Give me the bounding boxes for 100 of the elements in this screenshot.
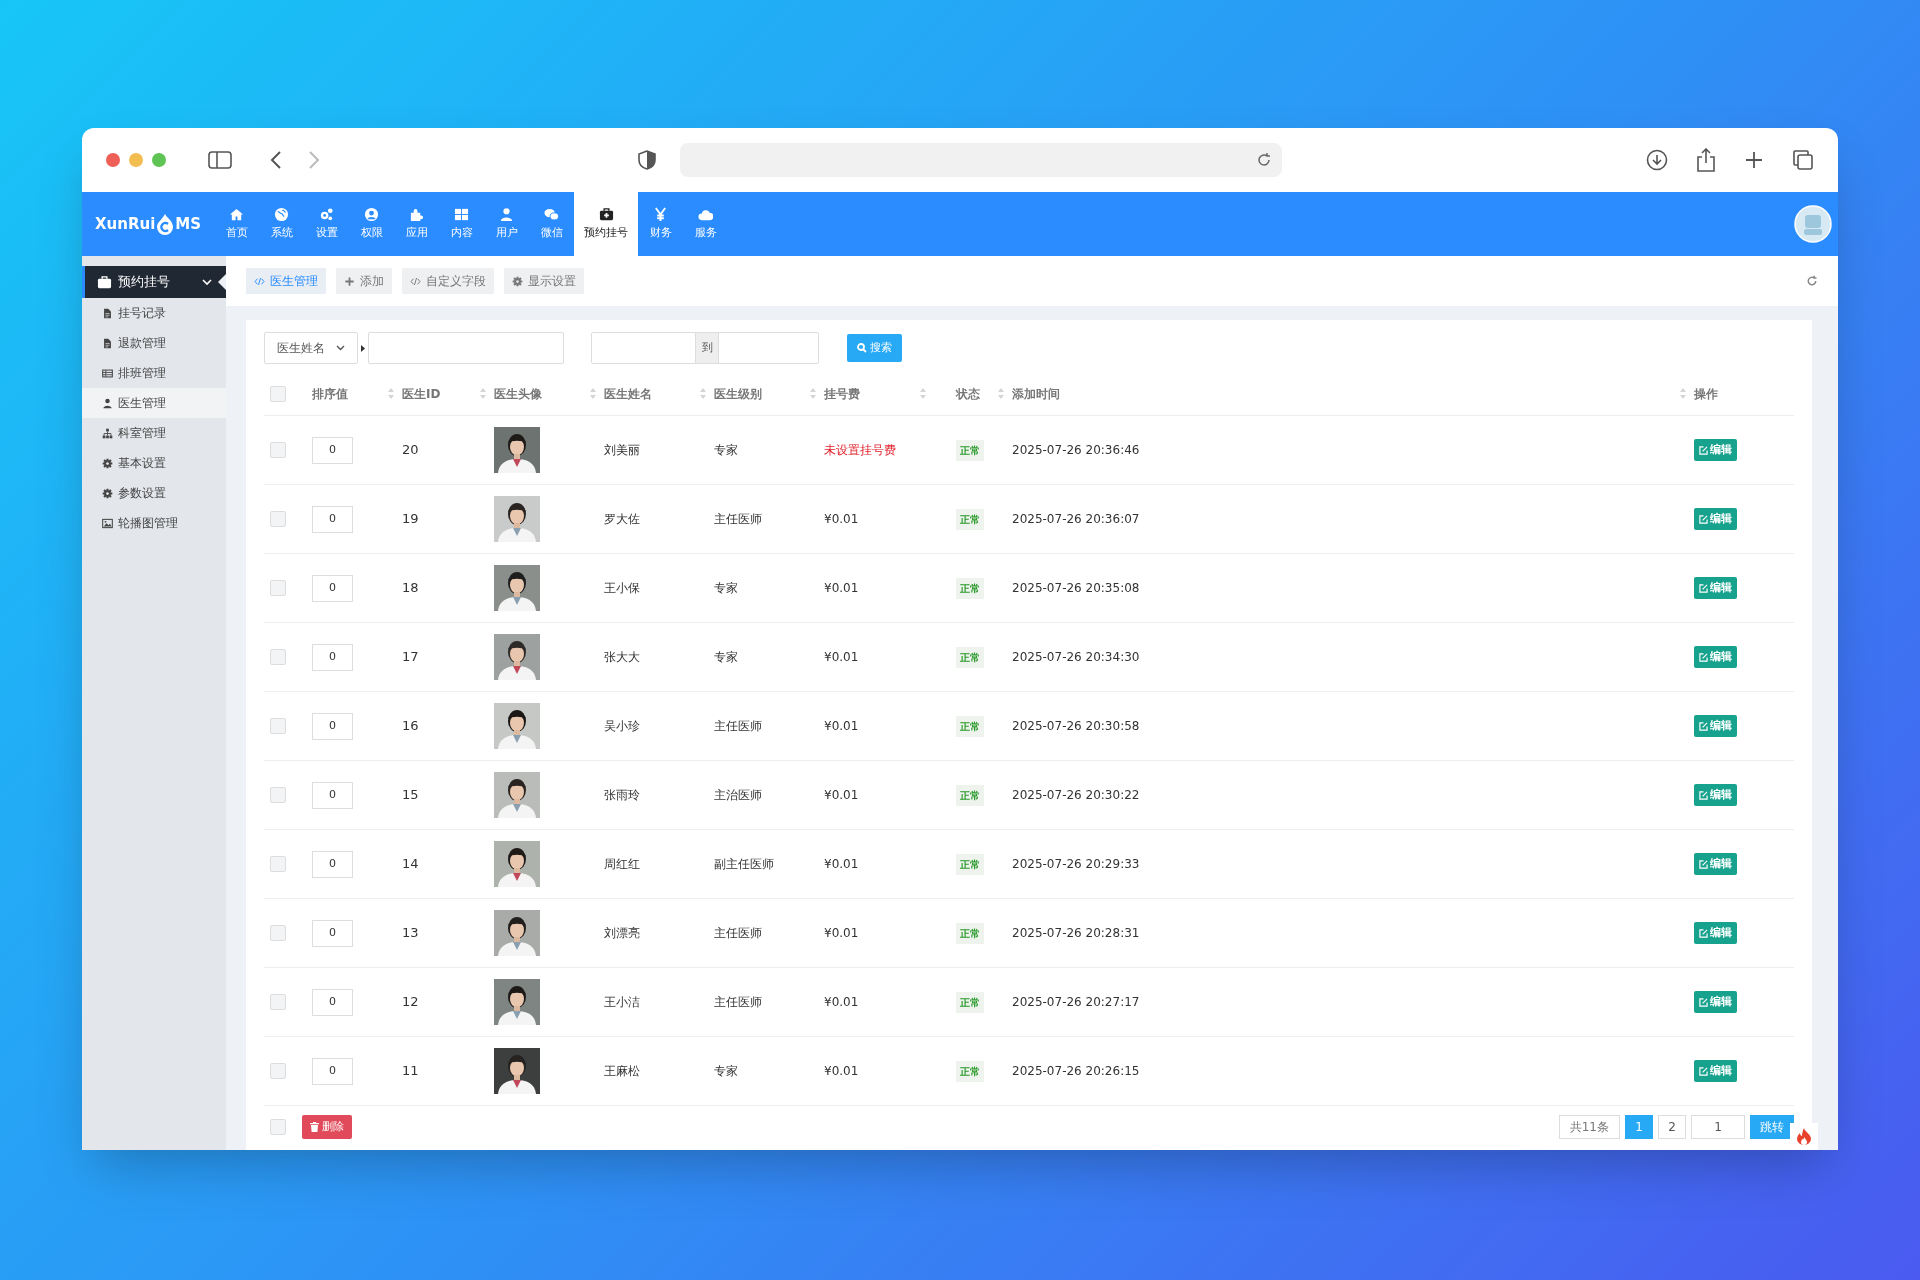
column-header: 医生级别 xyxy=(714,385,762,403)
new-tab-icon[interactable] xyxy=(1744,150,1764,170)
nav-tab[interactable]: 用户 xyxy=(484,192,529,256)
sort-icon[interactable] xyxy=(998,388,1004,399)
nav-tab[interactable]: 预约挂号 xyxy=(574,192,638,256)
table-cell-text: ¥0.01 xyxy=(824,925,859,942)
tab[interactable]: 自定义字段 xyxy=(402,268,494,294)
edit-button[interactable]: 编辑 xyxy=(1694,991,1737,1013)
order-input[interactable]: 0 xyxy=(312,988,353,1016)
page-jump-input[interactable]: 1 xyxy=(1691,1115,1745,1139)
tab[interactable]: 添加 xyxy=(336,268,392,294)
table-cell-text: 18 xyxy=(402,579,419,598)
row-checkbox[interactable] xyxy=(270,580,286,596)
page-button[interactable]: 1 xyxy=(1625,1115,1653,1139)
sidebar-item[interactable]: 参数设置 xyxy=(82,478,226,508)
edit-button[interactable]: 编辑 xyxy=(1694,577,1737,599)
zoom-button[interactable] xyxy=(152,153,166,167)
edit-button[interactable]: 编辑 xyxy=(1694,1060,1737,1082)
sort-icon[interactable] xyxy=(388,388,394,399)
sidebar-item[interactable]: 基本设置 xyxy=(82,448,226,478)
edit-button[interactable]: 编辑 xyxy=(1694,853,1737,875)
row-checkbox[interactable] xyxy=(270,856,286,872)
status-badge: 正常 xyxy=(956,991,984,1013)
date-range-field[interactable]: 到 xyxy=(591,332,819,364)
edit-button[interactable]: 编辑 xyxy=(1694,439,1737,461)
nav-tab[interactable]: 财务 xyxy=(638,192,683,256)
sort-icon[interactable] xyxy=(480,388,486,399)
flame-icon[interactable] xyxy=(1797,1128,1811,1145)
sort-icon[interactable] xyxy=(590,388,596,399)
sidebar-item[interactable]: 退款管理 xyxy=(82,328,226,358)
sort-icon[interactable] xyxy=(1680,388,1686,399)
order-input[interactable]: 0 xyxy=(312,505,353,533)
order-input[interactable]: 0 xyxy=(312,850,353,878)
share-icon[interactable] xyxy=(1696,148,1716,172)
row-checkbox[interactable] xyxy=(270,718,286,734)
nav-tab[interactable]: 系统 xyxy=(259,192,304,256)
nav-tab[interactable]: 内容 xyxy=(439,192,484,256)
order-input[interactable]: 0 xyxy=(312,574,353,602)
download-icon[interactable] xyxy=(1646,149,1668,171)
shield-icon[interactable] xyxy=(638,150,656,170)
avatar-icon[interactable] xyxy=(1794,205,1832,243)
close-button[interactable] xyxy=(106,153,120,167)
order-input[interactable]: 0 xyxy=(312,436,353,464)
tab[interactable]: 医生管理 xyxy=(246,268,326,294)
sidebar-item[interactable]: 科室管理 xyxy=(82,418,226,448)
status-badge: 正常 xyxy=(956,646,984,668)
caret-right-icon xyxy=(361,344,365,352)
row-checkbox[interactable] xyxy=(270,925,286,941)
sort-icon[interactable] xyxy=(700,388,706,399)
order-input[interactable]: 0 xyxy=(312,919,353,947)
order-input[interactable]: 0 xyxy=(312,712,353,740)
row-checkbox[interactable] xyxy=(270,511,286,527)
reload-icon[interactable] xyxy=(1256,152,1272,168)
delete-button[interactable]: 删除 xyxy=(302,1115,352,1139)
select-all-checkbox[interactable] xyxy=(270,1119,286,1135)
edit-button[interactable]: 编辑 xyxy=(1694,922,1737,944)
jump-button[interactable]: 跳转 xyxy=(1750,1115,1794,1139)
edit-button[interactable]: 编辑 xyxy=(1694,508,1737,530)
nav-tab[interactable]: 权限 xyxy=(349,192,394,256)
nav-tab[interactable]: 服务 xyxy=(683,192,728,256)
sidebar-item[interactable]: 挂号记录 xyxy=(82,298,226,328)
row-checkbox[interactable] xyxy=(270,442,286,458)
search-input[interactable] xyxy=(368,332,564,364)
tabs-overview-icon[interactable] xyxy=(1792,149,1814,171)
refresh-icon[interactable] xyxy=(1806,275,1818,287)
field-select[interactable]: 医生姓名 xyxy=(264,332,358,364)
nav-tab[interactable]: 设置 xyxy=(304,192,349,256)
logo[interactable]: XunRui MS xyxy=(95,212,201,236)
sidebar-group-header[interactable]: 预约挂号 xyxy=(82,266,226,298)
column-header: 医生头像 xyxy=(494,385,542,403)
sort-icon[interactable] xyxy=(810,388,816,399)
sidebar-item[interactable]: 医生管理 xyxy=(82,388,226,418)
row-checkbox[interactable] xyxy=(270,994,286,1010)
select-all-checkbox[interactable] xyxy=(270,385,286,402)
order-input[interactable]: 0 xyxy=(312,1057,353,1085)
nav-tab[interactable]: 首页 xyxy=(214,192,259,256)
order-input[interactable]: 0 xyxy=(312,781,353,809)
row-checkbox[interactable] xyxy=(270,787,286,803)
forward-icon[interactable] xyxy=(308,150,320,170)
tab[interactable]: 显示设置 xyxy=(504,268,584,294)
back-icon[interactable] xyxy=(270,150,282,170)
sidebar-toggle-icon[interactable] xyxy=(208,151,232,169)
table-cell-text: 王小保 xyxy=(604,580,640,597)
nav-tab[interactable]: 微信 xyxy=(529,192,574,256)
page-button[interactable]: 2 xyxy=(1658,1115,1686,1139)
order-input[interactable]: 0 xyxy=(312,643,353,671)
sidebar-item[interactable]: 轮播图管理 xyxy=(82,508,226,538)
sort-icon[interactable] xyxy=(920,388,926,399)
edit-button[interactable]: 编辑 xyxy=(1694,784,1737,806)
minimize-button[interactable] xyxy=(129,153,143,167)
nav-tab[interactable]: 应用 xyxy=(394,192,439,256)
search-button[interactable]: 搜索 xyxy=(847,334,902,362)
row-checkbox[interactable] xyxy=(270,1063,286,1079)
edit-icon xyxy=(1699,514,1708,524)
edit-button[interactable]: 编辑 xyxy=(1694,646,1737,668)
row-checkbox[interactable] xyxy=(270,649,286,665)
table-cell-text: 2025-07-26 20:30:22 xyxy=(1012,787,1140,804)
edit-button[interactable]: 编辑 xyxy=(1694,715,1737,737)
sidebar-item[interactable]: 排班管理 xyxy=(82,358,226,388)
table-cell-text: 2025-07-26 20:36:46 xyxy=(1012,442,1140,459)
